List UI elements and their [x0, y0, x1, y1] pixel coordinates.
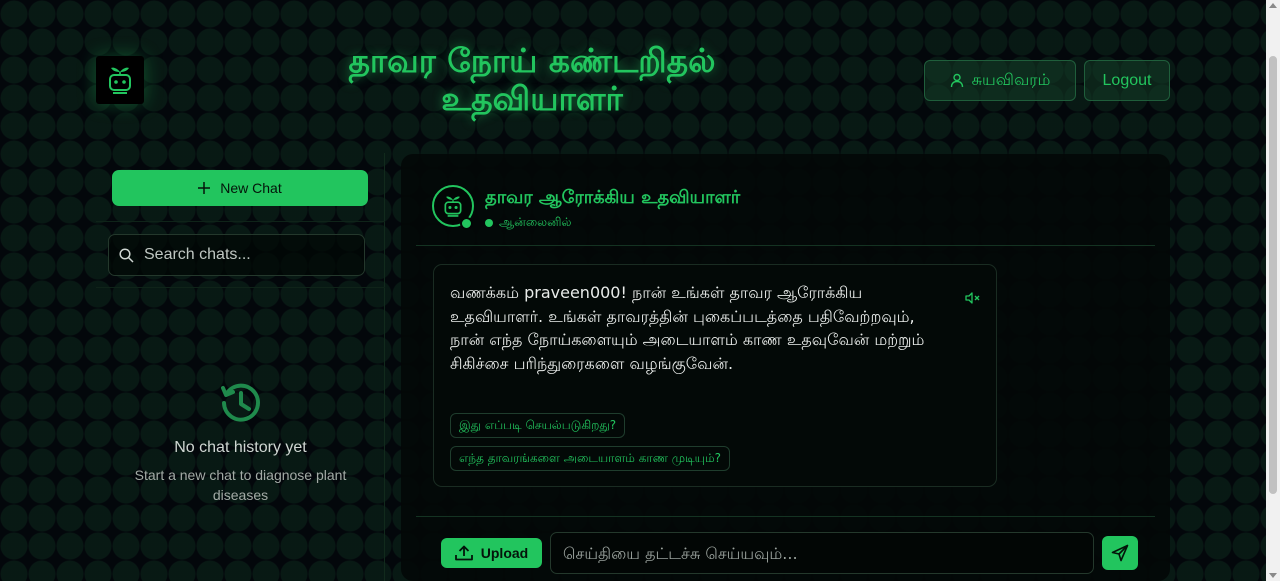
logout-button[interactable]: Logout [1084, 60, 1170, 101]
plus-icon [198, 182, 211, 194]
sidebar-divider [96, 221, 385, 222]
empty-history-subtitle: Start a new chat to diagnose plant disea… [134, 467, 347, 503]
bot-message: வணக்கம் praveen000! நான் உங்கள் தாவர ஆரோ… [433, 264, 997, 487]
history-icon [220, 383, 260, 422]
sidebar-divider-2 [96, 287, 385, 288]
new-chat-label: New Chat [220, 180, 282, 196]
send-button[interactable] [1102, 536, 1138, 570]
search-input[interactable] [144, 246, 344, 264]
profile-button-label: சுயவிவரம் [971, 70, 1051, 89]
new-chat-button[interactable]: New Chat [112, 170, 368, 206]
app-logo [96, 56, 144, 104]
app-title-line1: தாவர நோய் கண்டறிதல் [348, 41, 716, 80]
online-indicator [460, 217, 473, 230]
app-title-line2: உதவியாளர் [441, 79, 623, 118]
scrollbar-thumb[interactable] [1269, 56, 1277, 494]
upload-icon [454, 545, 473, 561]
upload-button[interactable]: Upload [441, 538, 542, 568]
profile-button[interactable]: சுயவிவரம் [924, 60, 1076, 101]
scroll-down-arrow-icon[interactable] [1269, 573, 1277, 578]
bot-name: தாவர ஆரோக்கிய உதவியாளர் [485, 187, 741, 208]
mute-icon[interactable] [965, 292, 981, 304]
upload-button-label: Upload [480, 545, 529, 561]
send-icon [1111, 544, 1129, 562]
page-scrollbar[interactable] [1266, 0, 1280, 581]
bot-message-text: வணக்கம் praveen000! நான் உங்கள் தாவர ஆரோ… [450, 283, 925, 373]
message-input[interactable] [563, 543, 1093, 563]
user-icon [950, 73, 963, 88]
app-title: தாவர நோய் கண்டறிதல் உதவியாளர் [232, 42, 832, 118]
sidebar: New Chat No chat history yet Start a new… [96, 153, 385, 581]
suggestion-chip[interactable]: எந்த தாவரங்களை அடையாளம் காண முடியும்? [450, 446, 730, 471]
robot-logo-icon [109, 67, 131, 94]
empty-history-title: No chat history yet [174, 439, 307, 456]
bot-status-label: ஆன்லைனில் [499, 215, 572, 229]
scroll-up-arrow-icon[interactable] [1269, 3, 1277, 8]
search-box[interactable] [108, 234, 365, 276]
composer-divider [416, 516, 1155, 517]
empty-history: No chat history yet Start a new chat to … [96, 381, 385, 505]
chat-header-divider [416, 245, 1155, 246]
chat-panel: தாவர ஆரோக்கிய உதவியாளர் ஆன்லைனில் வணக்கம… [401, 154, 1170, 581]
logout-button-label: Logout [1102, 71, 1152, 89]
bot-avatar-icon [444, 196, 462, 217]
message-input-box[interactable] [550, 532, 1094, 574]
search-icon [119, 247, 134, 263]
suggestion-chip[interactable]: இது எப்படி செயல்படுகிறது? [450, 413, 626, 438]
status-dot [485, 219, 493, 227]
bot-status: ஆன்லைனில் [485, 215, 571, 231]
